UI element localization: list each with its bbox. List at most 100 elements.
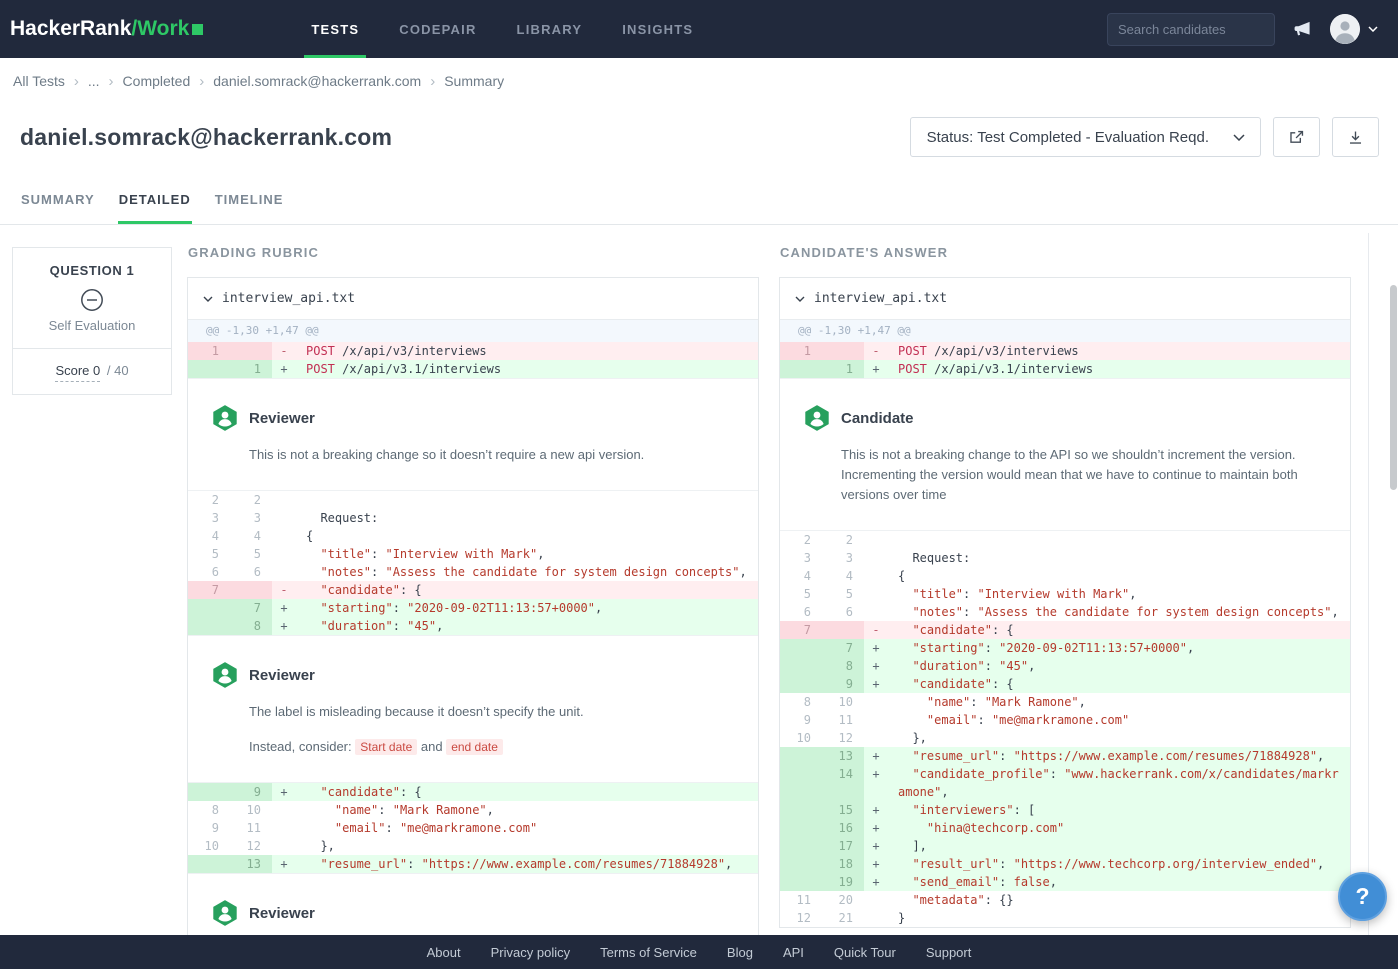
scrollbar-thumb[interactable] [1390, 285, 1397, 490]
new-line-number: 8 [822, 657, 864, 675]
footer-link-privacy-policy[interactable]: Privacy policy [491, 945, 570, 960]
search-candidates-input[interactable] [1118, 22, 1264, 37]
diff-line: 22 [188, 491, 758, 509]
breadcrumb-item[interactable]: ... [88, 73, 100, 89]
old-line-number [780, 675, 822, 693]
search-box [1107, 13, 1275, 46]
breadcrumb-separator-icon: › [430, 73, 435, 90]
old-line-number [780, 855, 822, 873]
diff-line: 8+ "duration": "45", [188, 617, 758, 635]
old-line-number: 9 [780, 711, 822, 729]
help-button[interactable]: ? [1338, 872, 1387, 921]
diff-body: @@ -1,30 +1,47 @@1-POST /x/api/v3/interv… [188, 320, 758, 935]
old-line-number: 5 [780, 585, 822, 603]
diff-line: 22 [780, 531, 1350, 549]
diff-sign: + [864, 675, 888, 693]
diff-sign: - [272, 581, 296, 599]
primary-nav: TESTSCODEPAIRLIBRARYINSIGHTS [291, 0, 713, 58]
diff-line: 33 Request: [188, 509, 758, 527]
comment-header: Reviewer [212, 404, 734, 432]
diff-sign: - [864, 342, 888, 360]
file-header[interactable]: interview_api.txt [780, 278, 1350, 320]
code-text: "title": "Interview with Mark", [296, 545, 758, 563]
nav-item-tests[interactable]: TESTS [291, 0, 379, 58]
old-line-number: 2 [780, 531, 822, 549]
nav-item-codepair[interactable]: CODEPAIR [379, 0, 496, 58]
footer-link-support[interactable]: Support [926, 945, 972, 960]
export-icon [1288, 129, 1305, 146]
question-card[interactable]: QUESTION 1 Self Evaluation Score 0 / 40 [12, 247, 172, 395]
diff-sign: + [272, 783, 296, 801]
diff-line: 15+ "interviewers": [ [780, 801, 1350, 819]
code-text: "candidate": { [888, 621, 1350, 639]
chevron-down-icon[interactable] [1368, 26, 1378, 32]
diff-sign [864, 729, 888, 747]
diff-line: 44 { [188, 527, 758, 545]
old-line-number [780, 747, 822, 765]
new-line-number: 6 [230, 563, 272, 581]
diff-sign: + [864, 747, 888, 765]
comment-header: Reviewer [212, 899, 734, 927]
code-text: "notes": "Assess the candidate for syste… [296, 563, 758, 581]
new-line-number: 4 [230, 527, 272, 545]
export-button[interactable] [1273, 117, 1320, 157]
code-text: "candidate": { [296, 581, 758, 599]
old-line-number: 1 [188, 342, 230, 360]
download-button[interactable] [1332, 117, 1379, 157]
new-line-number [822, 621, 864, 639]
tab-detailed[interactable]: DETAILED [118, 192, 192, 224]
diff-line: 14+ "candidate_profile": "www.hackerrank… [780, 765, 1350, 801]
footer-link-blog[interactable]: Blog [727, 945, 753, 960]
diff-body: @@ -1,30 +1,47 @@1-POST /x/api/v3/interv… [780, 320, 1350, 927]
section-title-grading-rubric: GRADING RUBRIC [188, 245, 759, 260]
tab-timeline[interactable]: TIMELINE [214, 192, 285, 224]
commenter-hexagon-icon [212, 899, 238, 927]
code-text: "email": "me@markramone.com" [296, 819, 758, 837]
diff-sign [864, 891, 888, 909]
old-line-number: 4 [188, 527, 230, 545]
footer-link-quick-tour[interactable]: Quick Tour [834, 945, 896, 960]
grading-rubric-panel: GRADING RUBRIC interview_api.txt @@ -1,3… [187, 225, 759, 935]
diff-line: 7+ "starting": "2020-09-02T11:13:57+0000… [188, 599, 758, 617]
new-line-number: 9 [822, 675, 864, 693]
new-line-number: 19 [822, 873, 864, 891]
breadcrumb-item[interactable]: All Tests [13, 73, 65, 89]
old-line-number: 3 [780, 549, 822, 567]
code-text: "title": "Interview with Mark", [888, 585, 1350, 603]
new-line-number: 3 [822, 549, 864, 567]
nav-item-library[interactable]: LIBRARY [497, 0, 603, 58]
old-line-number: 8 [780, 693, 822, 711]
question-type: Self Evaluation [13, 318, 171, 349]
new-line-number: 21 [822, 909, 864, 927]
footer-link-api[interactable]: API [783, 945, 804, 960]
diff-line: 1+POST /x/api/v3.1/interviews [780, 360, 1350, 378]
footer-link-about[interactable]: About [427, 945, 461, 960]
avatar[interactable] [1330, 14, 1360, 44]
commenter-hexagon-icon [804, 404, 830, 432]
status-dropdown[interactable]: Status: Test Completed - Evaluation Reqd… [910, 117, 1261, 157]
breadcrumb-item[interactable]: Completed [123, 73, 191, 89]
code-text: }, [888, 729, 1350, 747]
old-line-number [188, 617, 230, 635]
file-header[interactable]: interview_api.txt [188, 278, 758, 320]
diff-line: 911 "email": "me@markramone.com" [188, 819, 758, 837]
breadcrumb-item[interactable]: daniel.somrack@hackerrank.com [213, 73, 421, 89]
diff-line: 1+POST /x/api/v3.1/interviews [188, 360, 758, 378]
nav-item-insights[interactable]: INSIGHTS [602, 0, 713, 58]
diff-line: 1-POST /x/api/v3/interviews [188, 342, 758, 360]
code-text: "hina@techcorp.com" [888, 819, 1350, 837]
brand-logo[interactable]: HackerRank/Work [10, 17, 203, 41]
diff-sign [272, 509, 296, 527]
diff-sign [864, 585, 888, 603]
new-line-number: 1 [822, 360, 864, 378]
inline-comment: ReviewerThe label is misleading because … [188, 635, 758, 783]
comment-author: Reviewer [249, 410, 315, 427]
code-text: { [296, 527, 758, 545]
announcements-icon[interactable] [1292, 19, 1313, 39]
diff-sign: + [864, 765, 888, 801]
score: Score 0 / 40 [13, 349, 171, 394]
tab-summary[interactable]: SUMMARY [20, 192, 96, 224]
old-line-number: 6 [188, 563, 230, 581]
footer-link-terms-of-service[interactable]: Terms of Service [600, 945, 697, 960]
diff-sign: + [272, 360, 296, 378]
